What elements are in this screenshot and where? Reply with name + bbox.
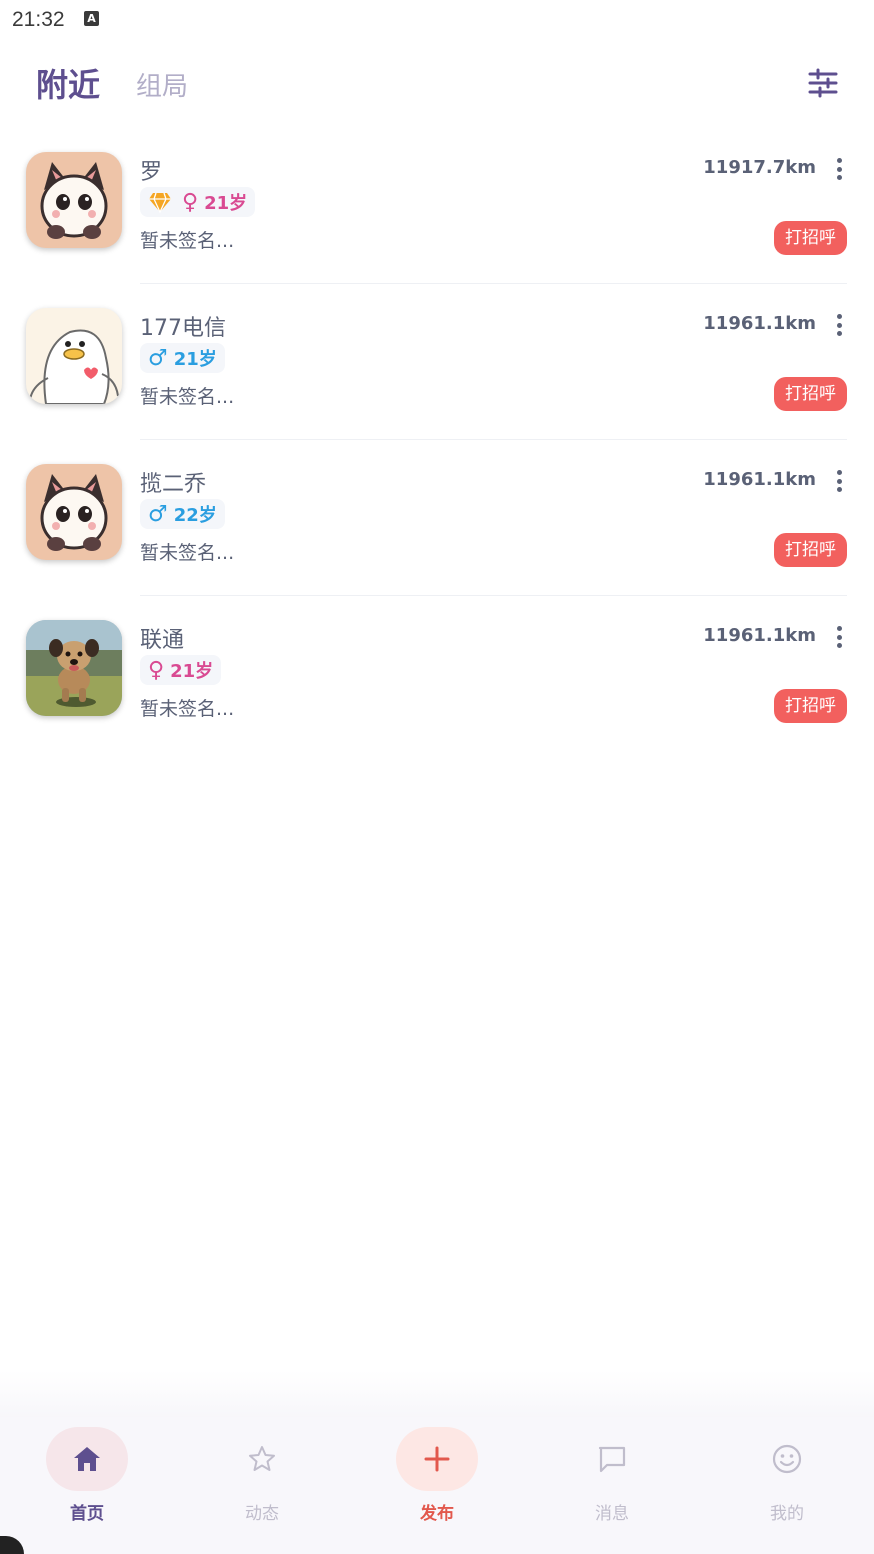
user-row[interactable]: 罗 ♀ 21岁 暂未签名... 11917.7km 打招呼 <box>0 140 874 295</box>
nav-feed[interactable]: 动态 <box>202 1427 322 1527</box>
nav-profile[interactable]: 我的 <box>727 1427 847 1527</box>
more-options-icon[interactable] <box>834 626 844 648</box>
notification-icon: A <box>84 11 99 26</box>
sliders-icon[interactable] <box>808 68 838 98</box>
nav-messages-label: 消息 <box>595 1504 629 1524</box>
user-name: 罗 <box>140 160 163 185</box>
nav-post-label: 发布 <box>420 1504 454 1524</box>
more-options-icon[interactable] <box>834 314 844 336</box>
cat-avatar[interactable] <box>26 152 122 248</box>
cat-avatar[interactable] <box>26 464 122 560</box>
signature: 暂未签名... <box>140 230 235 252</box>
user-row[interactable]: 揽二乔 ♂ 22岁 暂未签名... 11961.1km 打招呼 <box>0 452 874 607</box>
greet-button[interactable]: 打招呼 <box>774 533 847 567</box>
star-icon <box>249 1446 275 1471</box>
age-gender-tag: ♂ 22岁 <box>140 499 225 529</box>
dog-photo-avatar[interactable] <box>26 620 122 716</box>
tab-group[interactable]: 组局 <box>136 66 188 103</box>
signature: 暂未签名... <box>140 386 235 408</box>
age-label: 21岁 <box>173 349 217 370</box>
age-gender-tag: ♀ 21岁 <box>140 187 256 217</box>
age-label: 22岁 <box>173 505 217 526</box>
distance: 11961.1km <box>703 469 816 490</box>
user-name: 177电信 <box>140 316 226 341</box>
age-label: 21岁 <box>170 661 214 682</box>
nav-shadow <box>0 1370 874 1420</box>
bottom-nav: 首页 动态 发布 消息 我的 <box>0 1417 874 1554</box>
nav-post[interactable]: 发布 <box>377 1427 497 1527</box>
status-time: 21:32 <box>12 8 65 31</box>
distance: 11961.1km <box>703 625 816 646</box>
age-label: 21岁 <box>204 193 248 214</box>
more-options-icon[interactable] <box>834 158 844 180</box>
greet-button[interactable]: 打招呼 <box>774 221 847 255</box>
user-row[interactable]: 联通 ♀ 21岁 暂未签名... 11961.1km 打招呼 <box>0 608 874 763</box>
chat-icon <box>598 1446 626 1473</box>
male-icon: ♂ <box>148 345 168 371</box>
distance: 11917.7km <box>703 157 816 178</box>
nav-home-label: 首页 <box>70 1504 104 1524</box>
duck-avatar[interactable] <box>26 308 122 404</box>
nav-home[interactable]: 首页 <box>27 1427 147 1527</box>
nav-messages[interactable]: 消息 <box>552 1427 672 1527</box>
user-name: 联通 <box>140 628 185 653</box>
greet-button[interactable]: 打招呼 <box>774 377 847 411</box>
nav-feed-label: 动态 <box>245 1504 279 1524</box>
age-gender-tag: ♂ 21岁 <box>140 343 225 373</box>
more-options-icon[interactable] <box>834 470 844 492</box>
plus-icon <box>424 1446 450 1472</box>
home-icon <box>74 1447 100 1471</box>
smile-icon <box>772 1444 802 1474</box>
divider <box>140 439 847 440</box>
signature: 暂未签名... <box>140 542 235 564</box>
status-bar: 21:32 A <box>0 0 874 40</box>
signature: 暂未签名... <box>140 698 235 720</box>
female-icon: ♀ <box>148 657 165 683</box>
female-icon: ♀ <box>182 189 199 215</box>
greet-button[interactable]: 打招呼 <box>774 689 847 723</box>
diamond-vip-icon <box>149 192 171 213</box>
user-row[interactable]: 177电信 ♂ 21岁 暂未签名... 11961.1km 打招呼 <box>0 296 874 451</box>
male-icon: ♂ <box>148 501 168 527</box>
distance: 11961.1km <box>703 313 816 334</box>
divider <box>140 283 847 284</box>
divider <box>140 595 847 596</box>
nav-profile-label: 我的 <box>770 1504 804 1524</box>
age-gender-tag: ♀ 21岁 <box>140 655 222 685</box>
user-name: 揽二乔 <box>140 472 207 497</box>
tab-nearby[interactable]: 附近 <box>36 60 100 106</box>
